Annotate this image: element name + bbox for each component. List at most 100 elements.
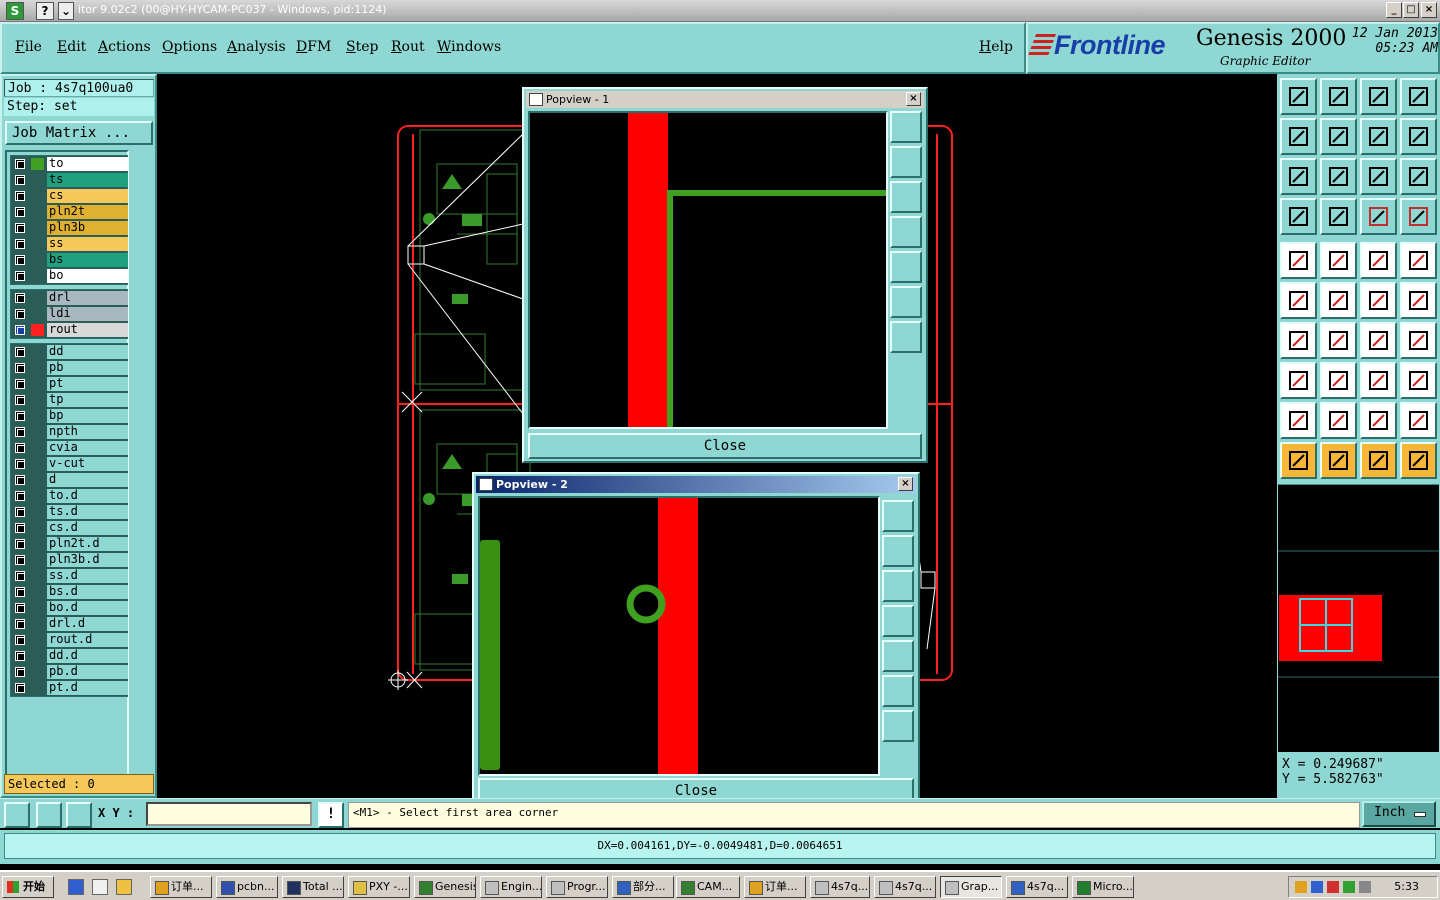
layer-row[interactable]: pt.d [11,680,128,696]
popview-1-close-button[interactable]: Close [528,433,922,459]
layer-name[interactable]: rout [47,323,128,337]
arc-shape-icon[interactable] [1400,402,1437,439]
zoom-out-icon[interactable] [882,675,914,707]
layer-color-swatch[interactable] [31,238,44,250]
circle-icon[interactable] [1400,242,1437,279]
tray-icon[interactable] [1295,881,1307,893]
unit-selector[interactable]: Inch [1362,801,1436,827]
layer-checkbox[interactable] [15,619,25,629]
layer-row[interactable]: bs.d [11,584,128,600]
layer-row[interactable]: dd.d [11,648,128,664]
pan-right-icon[interactable] [890,251,922,283]
menu-options[interactable]: Options [162,39,217,55]
layer-color-swatch[interactable] [31,538,44,550]
layer-name[interactable]: bo.d [47,601,128,615]
maximize-button[interactable]: □ [1403,2,1419,18]
layer-name[interactable]: bs [47,253,128,267]
layer-color-swatch[interactable] [31,254,44,266]
grid-icon[interactable] [1320,198,1357,235]
copy-icon[interactable] [1280,78,1317,115]
layer-color-swatch[interactable] [31,222,44,234]
taskbar-item[interactable]: 部分... [612,876,674,898]
layer-name[interactable]: pln3b.d [47,553,128,567]
move-right-icon[interactable] [1320,118,1357,155]
layer-checkbox[interactable] [15,271,25,281]
close-window-button[interactable]: × [1421,2,1437,18]
layer-checkbox[interactable] [15,191,25,201]
layer-name[interactable]: bp [47,409,128,423]
layer-color-swatch[interactable] [31,490,44,502]
zoom-in-icon[interactable] [882,710,914,742]
layer-color-swatch[interactable] [31,458,44,470]
node-icon[interactable] [1280,282,1317,319]
execute-button[interactable]: ! [318,802,344,828]
layer-checkbox[interactable] [15,427,25,437]
point-icon[interactable] [1280,362,1317,399]
menu-actions[interactable]: Actions [98,39,151,55]
layer-color-swatch[interactable] [31,522,44,534]
ruler-icon[interactable] [1360,242,1397,279]
taskbar-item[interactable]: 4s7q... [874,876,936,898]
layer-row[interactable]: cs.d [11,520,128,536]
menu-dfm[interactable]: DFM [296,39,331,55]
layer-name[interactable]: ts.d [47,505,128,519]
layer-checkbox[interactable] [15,587,25,597]
layer-name[interactable]: pln3b [47,221,128,235]
layer-color-swatch[interactable] [31,442,44,454]
route-icon[interactable] [1400,118,1437,155]
layer-checkbox[interactable] [15,683,25,693]
layer-checkbox[interactable] [15,207,25,217]
layer-name[interactable]: npth [47,425,128,439]
layer-color-swatch[interactable] [31,190,44,202]
pan-right-icon[interactable] [882,640,914,672]
layer-color-swatch[interactable] [31,602,44,614]
layer-checkbox[interactable] [15,379,25,389]
tray-icon[interactable] [1327,881,1339,893]
layer-checkbox[interactable] [15,443,25,453]
popview-2-close-icon[interactable]: × [898,477,913,491]
layer-color-swatch[interactable] [31,394,44,406]
layer-checkbox[interactable] [15,159,25,169]
popview-1-view[interactable] [528,111,888,429]
taskbar-item[interactable]: PXY -... [348,876,410,898]
layer-name[interactable]: cs [47,189,128,203]
layer-checkbox[interactable] [15,223,25,233]
layer-name[interactable]: ldi [47,307,128,321]
shape-icon[interactable] [1400,362,1437,399]
layer-row[interactable]: bo.d [11,600,128,616]
ratio-icon[interactable] [1360,158,1397,195]
window-icon[interactable] [1400,78,1437,115]
layer-name[interactable]: d [47,473,128,487]
media-icon[interactable] [116,879,132,895]
layer-color-swatch[interactable] [31,308,44,320]
taskbar-item[interactable]: Genesis [414,876,476,898]
layer-row[interactable]: drl [11,290,128,306]
tray-icon[interactable] [1343,881,1355,893]
cross-icon[interactable] [1320,282,1357,319]
zoom-box-icon[interactable] [890,111,922,143]
zoom-in-icon[interactable] [890,321,922,353]
taskbar-item[interactable]: 订单... [150,876,212,898]
layer-row[interactable]: pb.d [11,664,128,680]
layer-color-swatch[interactable] [31,362,44,374]
taskbar-item[interactable]: CAM... [676,876,740,898]
layer-row[interactable]: d [11,472,128,488]
angle-icon[interactable] [1280,322,1317,359]
layer-name[interactable]: rout.d [47,633,128,647]
layer-checkbox[interactable] [15,539,25,549]
measure-icon[interactable] [36,802,62,828]
layer-row[interactable]: cvia [11,440,128,456]
start-button[interactable]: 开始 [2,876,54,898]
layer-row[interactable]: pln2t.d [11,536,128,552]
line-icon[interactable] [1320,242,1357,279]
trapezoid-icon[interactable] [1360,402,1397,439]
pan-up-icon[interactable] [882,535,914,567]
layer-row[interactable]: bp [11,408,128,424]
layer-name[interactable]: drl [47,291,128,305]
pan-up-icon[interactable] [890,146,922,178]
draw-line-icon[interactable] [1320,322,1357,359]
taskbar-item[interactable]: Grap... [940,876,1002,898]
layer-checkbox[interactable] [15,603,25,613]
overview-map[interactable] [1278,484,1439,752]
layer-color-swatch[interactable] [31,426,44,438]
